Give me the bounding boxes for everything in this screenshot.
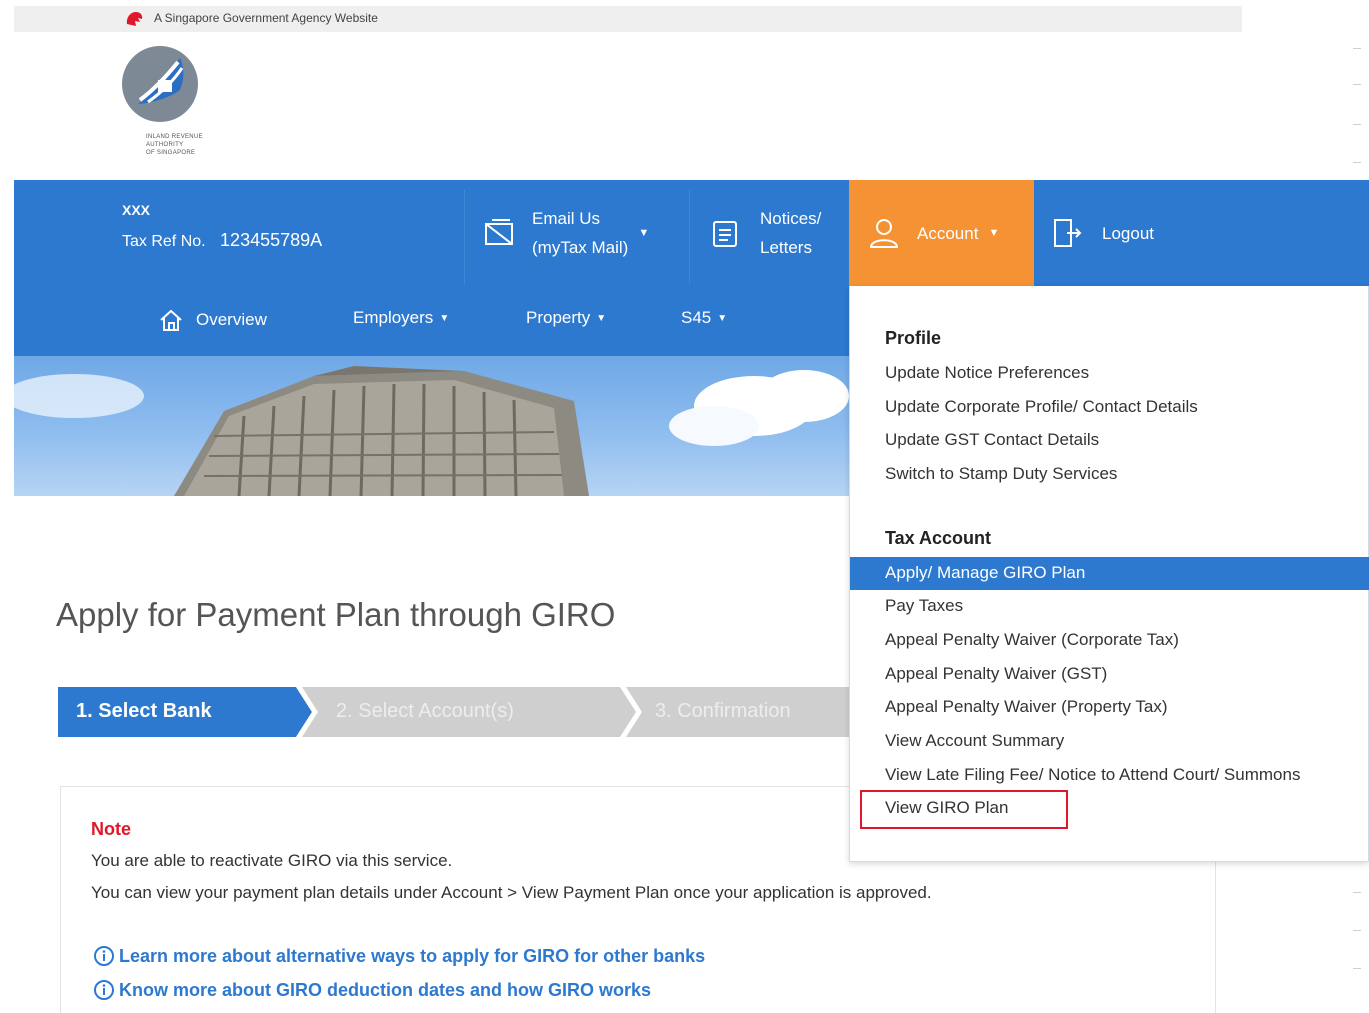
- document-icon: [713, 221, 737, 247]
- tax-ref-label: Tax Ref No.: [122, 233, 206, 250]
- menu-item-view-account-summary[interactable]: View Account Summary: [885, 731, 1064, 751]
- logo-line: OF SINGAPORE: [146, 150, 196, 156]
- link-alternative-giro[interactable]: Learn more about alternative ways to app…: [93, 945, 705, 967]
- sub-navigation: Overview Employers ▼ Property ▼ S45 ▼: [14, 286, 850, 356]
- mail-icon: [485, 219, 513, 245]
- user-name: XXX: [122, 202, 151, 218]
- menu-heading-profile: Profile: [885, 328, 942, 348]
- edge-mark: [1353, 930, 1361, 931]
- email-us-line1: Email Us: [532, 209, 601, 228]
- logout-icon: [1054, 219, 1082, 247]
- note-title: Note: [91, 819, 131, 839]
- info-icon: [94, 980, 114, 1000]
- nav-overview[interactable]: Overview: [158, 308, 267, 332]
- menu-heading-tax-account: Tax Account: [885, 528, 992, 548]
- edge-mark: [1353, 124, 1361, 125]
- top-navigation: XXX Tax Ref No. 123455789A Email Us (myT…: [14, 180, 1369, 286]
- iras-logo-text: INLAND REVENUE AUTHORITY OF SINGAPORE: [146, 133, 203, 157]
- banner-illustration: [14, 366, 849, 496]
- building-banner-image: [14, 356, 850, 496]
- logout-button[interactable]: Logout: [1050, 216, 1154, 250]
- iras-emblem-icon: [122, 46, 198, 122]
- edge-mark: [1353, 84, 1361, 85]
- gov-agency-text: A Singapore Government Agency Website: [154, 11, 378, 25]
- step-progress: 1. Select Bank 2. Select Account(s) 3. C…: [58, 687, 858, 737]
- edge-mark: [1353, 968, 1361, 969]
- nav-property-label: Property: [526, 308, 591, 327]
- notices-line2: Letters: [760, 238, 812, 257]
- logo-line: AUTHORITY: [146, 142, 184, 148]
- user-icon: [869, 219, 899, 248]
- notices-line1: Notices/: [760, 209, 822, 228]
- chevron-down-icon: ▼: [988, 226, 1000, 239]
- logout-label: Logout: [1102, 223, 1154, 243]
- tax-ref-number: 123455789A: [220, 230, 323, 250]
- chevron-down-icon: ▼: [596, 312, 607, 324]
- menu-item-update-corporate-profile[interactable]: Update Corporate Profile/ Contact Detail…: [885, 397, 1198, 417]
- nav-property[interactable]: Property ▼: [526, 308, 606, 328]
- tax-ref: Tax Ref No. 123455789A: [122, 230, 322, 251]
- chevron-down-icon: ▼: [439, 312, 450, 324]
- chevron-down-icon: ▼: [638, 226, 650, 239]
- account-label: Account: [917, 223, 979, 243]
- step-select-bank: 1. Select Bank: [76, 700, 212, 722]
- account-menu-button[interactable]: Account ▼: [849, 180, 1034, 286]
- step-select-accounts: 2. Select Account(s): [336, 700, 514, 722]
- nav-s45-label: S45: [681, 308, 712, 327]
- account-dropdown-menu: Profile Update Notice Preferences Update…: [849, 286, 1369, 862]
- nav-employers[interactable]: Employers ▼: [353, 308, 449, 328]
- highlight-box: [860, 790, 1068, 829]
- logo-line: INLAND REVENUE: [146, 134, 203, 140]
- menu-item-appeal-corporate-tax[interactable]: Appeal Penalty Waiver (Corporate Tax): [885, 630, 1179, 650]
- chevron-down-icon: ▼: [717, 312, 728, 324]
- info-icon: [94, 946, 114, 966]
- nav-divider: [689, 190, 690, 284]
- gov-agency-bar: A Singapore Government Agency Website: [14, 6, 1242, 32]
- email-us-menu[interactable]: Email Us (myTax Mail) ▼: [482, 204, 649, 262]
- menu-item-apply-manage-giro-plan[interactable]: Apply/ Manage GIRO Plan: [850, 557, 1369, 590]
- nav-overview-label: Overview: [196, 310, 267, 329]
- link-giro-deduction[interactable]: Know more about GIRO deduction dates and…: [93, 979, 651, 1001]
- note-line-reactivate: You are able to reactivate GIRO via this…: [91, 851, 453, 870]
- edge-mark: [1353, 892, 1361, 893]
- home-icon: [160, 309, 182, 331]
- note-line-view-plan: You can view your payment plan details u…: [91, 883, 932, 902]
- email-us-line2: (myTax Mail): [532, 238, 629, 257]
- menu-item-appeal-gst[interactable]: Appeal Penalty Waiver (GST): [885, 664, 1107, 684]
- step-confirmation: 3. Confirmation: [655, 700, 791, 722]
- link-giro-deduction-label: Know more about GIRO deduction dates and…: [119, 979, 652, 1000]
- link-alternative-giro-label: Learn more about alternative ways to app…: [119, 945, 706, 966]
- nav-s45[interactable]: S45 ▼: [681, 308, 727, 328]
- nav-divider: [464, 190, 465, 284]
- menu-item-pay-taxes[interactable]: Pay Taxes: [885, 596, 963, 616]
- user-info: XXX Tax Ref No. 123455789A: [122, 202, 322, 251]
- nav-employers-label: Employers: [353, 308, 434, 327]
- edge-mark: [1353, 48, 1361, 49]
- edge-mark: [1353, 162, 1361, 163]
- menu-item-update-notice-preferences[interactable]: Update Notice Preferences: [885, 363, 1089, 383]
- page-title: Apply for Payment Plan through GIRO: [56, 596, 616, 633]
- notices-letters-menu[interactable]: Notices/ Letters: [708, 204, 821, 262]
- menu-item-switch-stamp-duty[interactable]: Switch to Stamp Duty Services: [885, 464, 1117, 484]
- menu-item-update-gst-contact[interactable]: Update GST Contact Details: [885, 430, 1099, 450]
- menu-item-view-late-filing-fee[interactable]: View Late Filing Fee/ Notice to Attend C…: [885, 765, 1300, 785]
- lion-head-icon: [126, 12, 143, 26]
- account-label-group: Account ▼: [867, 216, 999, 250]
- menu-item-appeal-property-tax[interactable]: Appeal Penalty Waiver (Property Tax): [885, 697, 1168, 717]
- iras-logo[interactable]: INLAND REVENUE AUTHORITY OF SINGAPORE: [118, 44, 248, 174]
